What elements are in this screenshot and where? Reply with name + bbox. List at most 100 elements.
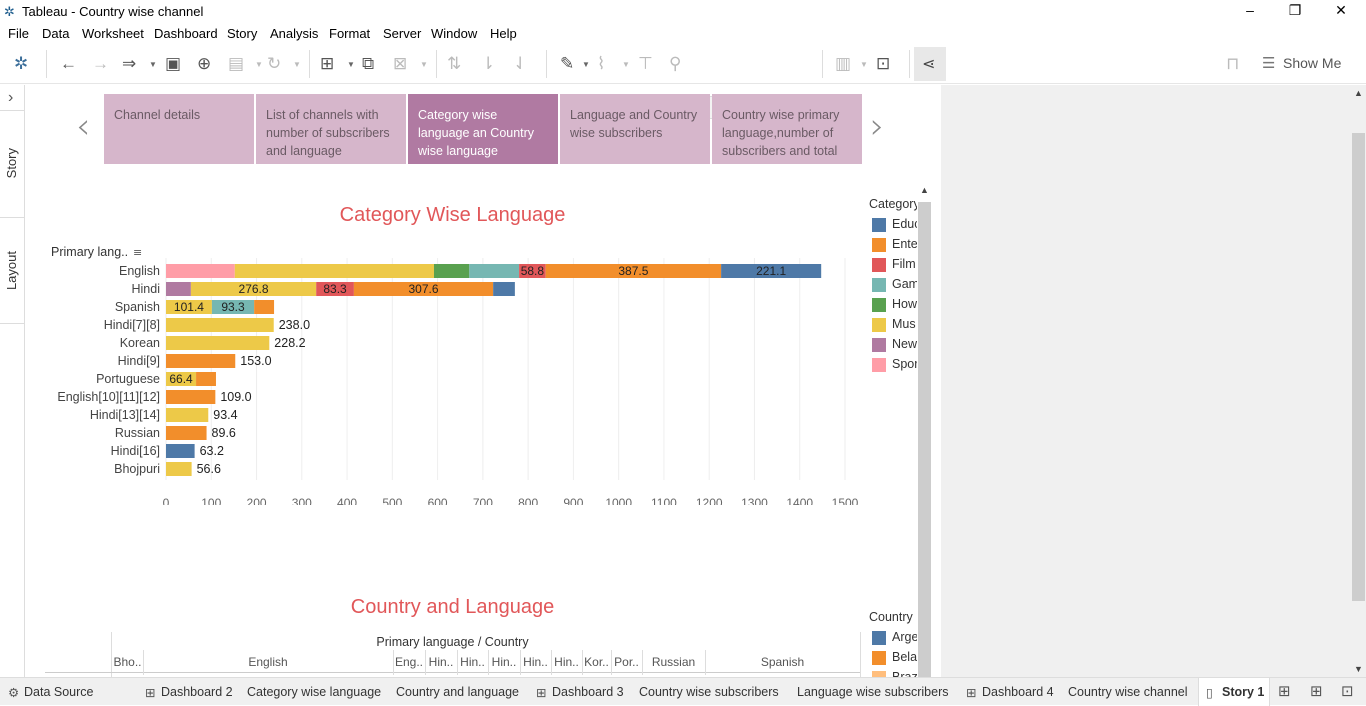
bar-segment[interactable] (166, 264, 235, 278)
presentation-mode-icon[interactable]: ⊡ (876, 54, 890, 74)
replay-dropdown-icon[interactable]: ▼ (149, 60, 157, 69)
new-story-icon[interactable]: ⊡ (1341, 682, 1354, 700)
clear-sheet-icon[interactable]: ⊠ (393, 54, 407, 74)
duplicate-sheet-icon[interactable]: ⧉ (362, 54, 374, 74)
category-legend-item[interactable]: How (872, 297, 917, 313)
tab-country-wise-channel[interactable]: Country wise channel (1068, 685, 1188, 699)
group-dropdown-icon[interactable]: ▼ (622, 60, 630, 69)
story-point-2[interactable]: List of channels with number of subscrib… (256, 94, 406, 164)
new-sheet-icon[interactable]: ⊞ (320, 54, 334, 74)
menu-dashboard[interactable]: Dashboard (154, 26, 218, 41)
story-point-5[interactable]: Country wise primary language,number of … (712, 94, 862, 164)
minimize-icon[interactable]: – (1240, 2, 1260, 18)
category-wise-language-chart[interactable]: Primary lang.. ≡ English 58.8 387.5 221.1 Hind… (45, 240, 860, 505)
clear-dropdown-icon[interactable]: ▼ (420, 60, 428, 69)
refresh-icon[interactable]: ↻ (267, 54, 281, 74)
menu-server[interactable]: Server (383, 26, 421, 41)
category-legend-item[interactable]: Gam (872, 277, 917, 293)
country-legend-item[interactable]: Braz (872, 670, 917, 677)
story-point-4[interactable]: Language and Country wise subscribers (560, 94, 710, 164)
category-legend-item[interactable]: New (872, 337, 917, 353)
menu-window[interactable]: Window (431, 26, 477, 41)
undo-icon[interactable]: ← (60, 54, 77, 74)
country-legend[interactable]: Country Arge Bela Braz (869, 610, 917, 677)
tab-country-and-language[interactable]: Country and language (396, 685, 519, 699)
pause-updates-icon[interactable]: ▤ (228, 54, 244, 74)
category-legend-item[interactable]: Mus (872, 317, 917, 333)
highlight-dropdown-icon[interactable]: ▼ (582, 60, 590, 69)
bar-segment[interactable] (166, 408, 209, 422)
tab-category-wise-language[interactable]: Category wise language (247, 685, 381, 699)
bar-segment[interactable] (433, 264, 470, 278)
menu-file[interactable]: File (8, 26, 29, 41)
expand-panel-icon[interactable]: › (8, 89, 13, 107)
dashboard-scrollbar[interactable]: ▲ (917, 185, 932, 677)
new-dashboard-icon[interactable]: ⊞ (1310, 682, 1323, 700)
restore-icon[interactable]: ❐ (1285, 2, 1305, 19)
scroll-down-icon[interactable]: ▼ (1354, 664, 1363, 674)
new-datasource-icon[interactable]: ⊕ (197, 54, 211, 74)
bar-segment[interactable] (469, 264, 520, 278)
bar-segment[interactable] (166, 282, 191, 296)
save-icon[interactable]: ▣ (165, 54, 181, 74)
category-legend-item[interactable]: Spor (872, 357, 917, 373)
bar-segment[interactable] (166, 462, 192, 476)
menu-story[interactable]: Story (227, 26, 257, 41)
group-members-icon[interactable]: ⌇ (597, 54, 605, 74)
menu-worksheet[interactable]: Worksheet (82, 26, 144, 41)
bar-segment[interactable] (493, 282, 515, 296)
new-worksheet-icon[interactable]: ⊞ (1278, 682, 1291, 700)
show-labels-icon[interactable]: ⊤ (638, 54, 653, 74)
tab-dashboard-2[interactable]: Dashboard 2 (161, 685, 233, 699)
story-prev-icon[interactable]: ‹ (76, 106, 90, 147)
tab-country-wise-subscribers[interactable]: Country wise subscribers (639, 685, 779, 699)
bar-segment[interactable] (166, 354, 236, 368)
highlight-icon[interactable]: ✎ (560, 54, 574, 74)
scrollbar-thumb[interactable] (1352, 133, 1365, 601)
bar-segment[interactable] (166, 336, 270, 350)
fix-axes-icon[interactable]: ⚲ (669, 54, 681, 74)
story-point-3[interactable]: Category wise language an Country wise l… (408, 94, 558, 164)
category-legend-item[interactable]: Ente (872, 237, 917, 253)
tab-dashboard-4[interactable]: Dashboard 4 (982, 685, 1054, 699)
tab-data-source[interactable]: Data Source (24, 685, 93, 699)
story-next-icon[interactable]: › (870, 106, 884, 147)
tab-layout[interactable]: Layout (4, 251, 19, 290)
category-legend-item[interactable]: Film (872, 257, 917, 273)
scroll-up-icon[interactable]: ▲ (1354, 88, 1363, 98)
category-legend[interactable]: Category Educ Ente Film Gam How Mus New Spor (869, 197, 917, 377)
bar-segment[interactable] (166, 318, 274, 332)
bar-segment[interactable] (166, 390, 216, 404)
swap-icon[interactable]: ⇅ (447, 54, 461, 74)
menu-format[interactable]: Format (329, 26, 370, 41)
vertical-scrollbar[interactable]: ▲ ▼ (1351, 85, 1366, 677)
bar-segment[interactable] (234, 264, 434, 278)
tab-language-wise-subscribers[interactable]: Language wise subscribers (797, 685, 948, 699)
sort-descending-icon[interactable]: ⇃ (513, 54, 527, 74)
story-point-1[interactable]: Channel details (104, 94, 254, 164)
country-legend-item[interactable]: Bela (872, 650, 917, 666)
menu-data[interactable]: Data (42, 26, 69, 41)
scrollbar-thumb[interactable] (918, 202, 931, 677)
refresh-dropdown-icon[interactable]: ▼ (293, 60, 301, 69)
menu-help[interactable]: Help (490, 26, 517, 41)
new-sheet-dropdown-icon[interactable]: ▼ (347, 60, 355, 69)
replay-icon[interactable]: ⇒ (122, 54, 136, 74)
sort-ascending-icon[interactable]: ⇂ (481, 54, 495, 74)
show-me-button[interactable]: ☰ Show Me (1262, 55, 1341, 72)
country-legend-item[interactable]: Arge (872, 630, 917, 646)
tableau-home-icon[interactable]: ✲ (14, 54, 28, 74)
bar-segment[interactable] (196, 372, 216, 386)
cards-dropdown-icon[interactable]: ▼ (860, 60, 868, 69)
tab-dashboard-3[interactable]: Dashboard 3 (552, 685, 624, 699)
share-button[interactable]: ⋖ (914, 47, 946, 81)
scroll-up-icon[interactable]: ▲ (920, 185, 929, 195)
bar-segment[interactable] (166, 426, 207, 440)
menu-analysis[interactable]: Analysis (270, 26, 318, 41)
bar-segment[interactable] (254, 300, 275, 314)
tab-story[interactable]: Story (4, 148, 19, 178)
tab-story-1[interactable]: Story 1 (1222, 685, 1264, 699)
pause-dropdown-icon[interactable]: ▼ (255, 60, 263, 69)
redo-icon[interactable]: → (92, 54, 109, 74)
show-me-pin-icon[interactable]: ⊓ (1226, 54, 1239, 74)
